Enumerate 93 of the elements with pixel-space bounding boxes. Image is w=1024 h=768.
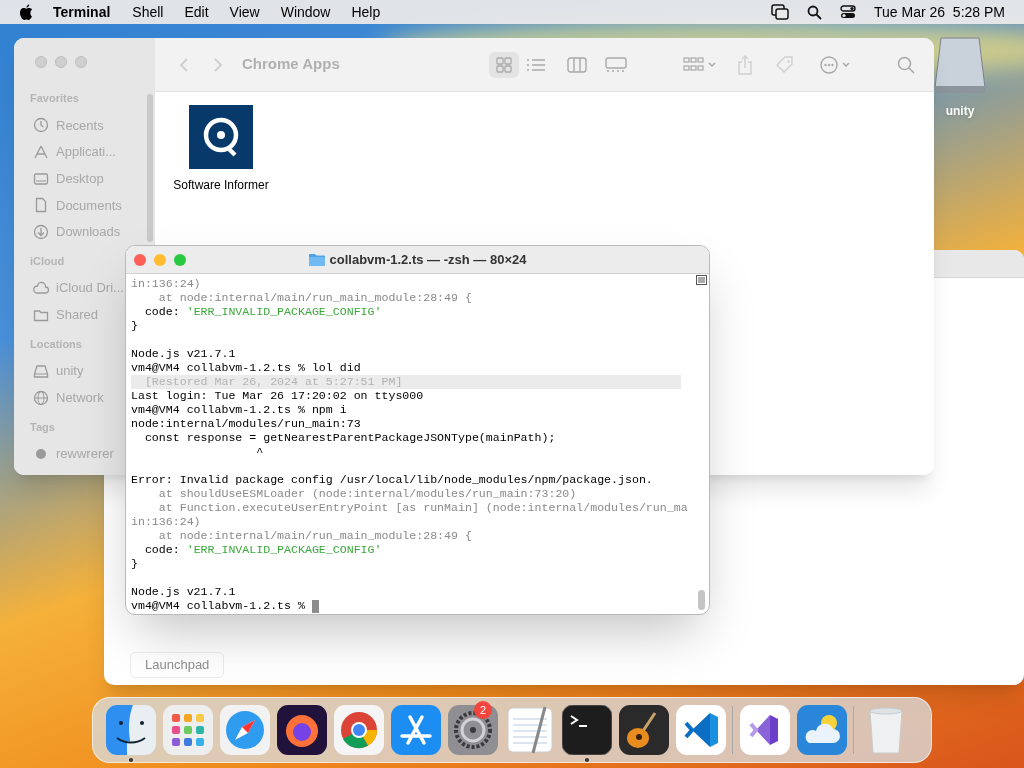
windows-icon[interactable] <box>771 4 789 20</box>
window-control[interactable] <box>35 56 47 68</box>
control-center-icon[interactable] <box>840 5 856 19</box>
prompt-text: vm4@VM4 collabvm-1.2.ts % <box>131 599 306 613</box>
sidebar-item[interactable]: rewwrerer <box>56 444 114 464</box>
list-icon[interactable] <box>527 57 545 72</box>
columns-icon[interactable] <box>567 56 587 73</box>
clock-icon <box>33 117 49 134</box>
zoom-button[interactable] <box>174 254 186 266</box>
terminal-line: const response = getNearestParentPackageJSONType(mainPath); <box>143 431 557 445</box>
terminal-line: at shouldUseESMLoader (node:internal/modules/run_main:73:20) <box>157 487 578 501</box>
terminal-line: Last login: Tue Mar 26 17:20:02 on ttys000 <box>131 389 425 403</box>
window-control[interactable] <box>75 56 87 68</box>
folder-icon <box>308 253 325 266</box>
close-button[interactable] <box>134 254 146 266</box>
sidebar-item[interactable]: Recents <box>56 115 104 136</box>
grid-icon <box>496 56 512 73</box>
terminal-line: at node:internal/main/run_main_module:28:49 { <box>157 529 473 543</box>
file-label[interactable]: Software Informer <box>173 176 269 194</box>
sidebar-item[interactable]: unity <box>56 361 84 381</box>
share-icon[interactable] <box>737 54 753 75</box>
folder-title: Chrome Apps <box>242 54 340 75</box>
tag-icon[interactable] <box>775 54 795 75</box>
apple-logo-icon[interactable] <box>19 4 33 20</box>
group-icon[interactable] <box>683 56 717 73</box>
terminal-line: in:136:24) <box>131 515 202 529</box>
terminal-icon[interactable] <box>561 705 612 755</box>
search-icon[interactable] <box>807 4 822 20</box>
terminal-line: in:136:24) <box>131 277 202 291</box>
drive-label[interactable]: unity <box>945 102 975 120</box>
menu-bar-clock[interactable]: Tue Mar 26 5:28 PM <box>874 1 1005 23</box>
scrollbar[interactable] <box>147 94 153 242</box>
terminal-text: code: <box>143 305 181 319</box>
back-icon[interactable] <box>179 56 189 73</box>
menu-item[interactable]: Help <box>351 1 381 23</box>
terminal-line: node:internal/modules/run_main:73 <box>131 417 362 431</box>
window-control[interactable] <box>55 56 67 68</box>
desktop-icon <box>33 170 49 187</box>
terminal-line: Error: Invalid package config /usr/local/lib/node_modules/npm/package.json. <box>131 473 654 487</box>
terminal-text: code: <box>143 543 181 557</box>
sidebar-item[interactable]: Downloads <box>56 222 121 242</box>
notification-badge: 2 <box>474 701 492 719</box>
app-grid-icon[interactable] <box>162 705 213 755</box>
guitar-icon[interactable] <box>618 705 669 755</box>
menu-item[interactable]: Edit <box>184 1 209 23</box>
forward-icon[interactable] <box>213 56 223 73</box>
sidebar-item[interactable]: Documents <box>56 195 122 216</box>
terminal-line: Node.js v21.7.1 <box>131 585 237 599</box>
app-icon[interactable] <box>189 105 253 169</box>
globe-icon <box>33 389 49 406</box>
terminal-line: vm4@VM4 collabvm-1.2.ts % lol did <box>131 361 362 375</box>
terminal-line: ^ <box>255 445 265 459</box>
menu-item[interactable]: View <box>229 1 260 23</box>
gallery-icon[interactable] <box>605 56 627 73</box>
compass-icon[interactable] <box>219 705 270 755</box>
scrollbar-thumb[interactable] <box>698 590 705 610</box>
error-code-text: 'ERR_INVALID_PACKAGE_CONFIG' <box>186 305 382 319</box>
notepad-pen-icon[interactable] <box>504 705 555 755</box>
sidebar-item[interactable]: iCloud Dri... <box>56 278 124 298</box>
minimize-button[interactable] <box>154 254 166 266</box>
more-icon[interactable] <box>819 54 851 75</box>
code-editor-icon[interactable] <box>675 705 726 755</box>
icon-view-button[interactable] <box>489 51 519 78</box>
sidebar-item[interactable]: Applicati... <box>56 142 116 162</box>
apps-icon <box>33 144 49 160</box>
sidebar-item[interactable]: Network <box>56 388 104 408</box>
drive-icon <box>33 363 49 380</box>
sidebar-item[interactable]: Desktop <box>56 168 104 189</box>
terminal-line: Node.js v21.7.1 <box>131 347 237 361</box>
document-icon <box>33 197 49 214</box>
terminal-line: } <box>131 319 139 333</box>
app-store-icon[interactable] <box>390 705 441 755</box>
menu-item[interactable]: Window <box>280 1 331 23</box>
finder-face-icon[interactable] <box>105 705 156 755</box>
sidebar-item[interactable]: Shared <box>56 305 98 325</box>
fox-globe-icon[interactable] <box>276 705 327 755</box>
error-code-text: 'ERR_INVALID_PACKAGE_CONFIG' <box>186 543 382 557</box>
terminal-line: at node:internal/main/run_main_module:28:49 { <box>157 291 473 305</box>
window-title: collabvm-1.2.ts — -zsh — 80×24 <box>329 250 527 269</box>
download-icon <box>33 223 49 240</box>
drive-icon[interactable] <box>933 36 987 94</box>
terminal-line: } <box>131 557 139 571</box>
cloud-icon <box>33 280 49 297</box>
terminal-line: vm4@VM4 collabvm-1.2.ts % npm i <box>131 403 348 417</box>
ide-icon[interactable] <box>739 705 790 755</box>
gear-icon[interactable] <box>447 705 498 755</box>
text-cursor <box>311 599 319 613</box>
split-pane-icon[interactable] <box>696 275 707 285</box>
menu-item[interactable]: Shell <box>132 1 164 23</box>
launchpad-button[interactable]: Launchpad <box>130 652 225 678</box>
terminal-line: at Function.executeUserEntryPoint [as runMain] (node:internal/modules/run_ma <box>157 501 689 515</box>
cloud-sun-icon[interactable] <box>796 705 847 755</box>
app-menu[interactable]: Terminal <box>53 1 111 23</box>
